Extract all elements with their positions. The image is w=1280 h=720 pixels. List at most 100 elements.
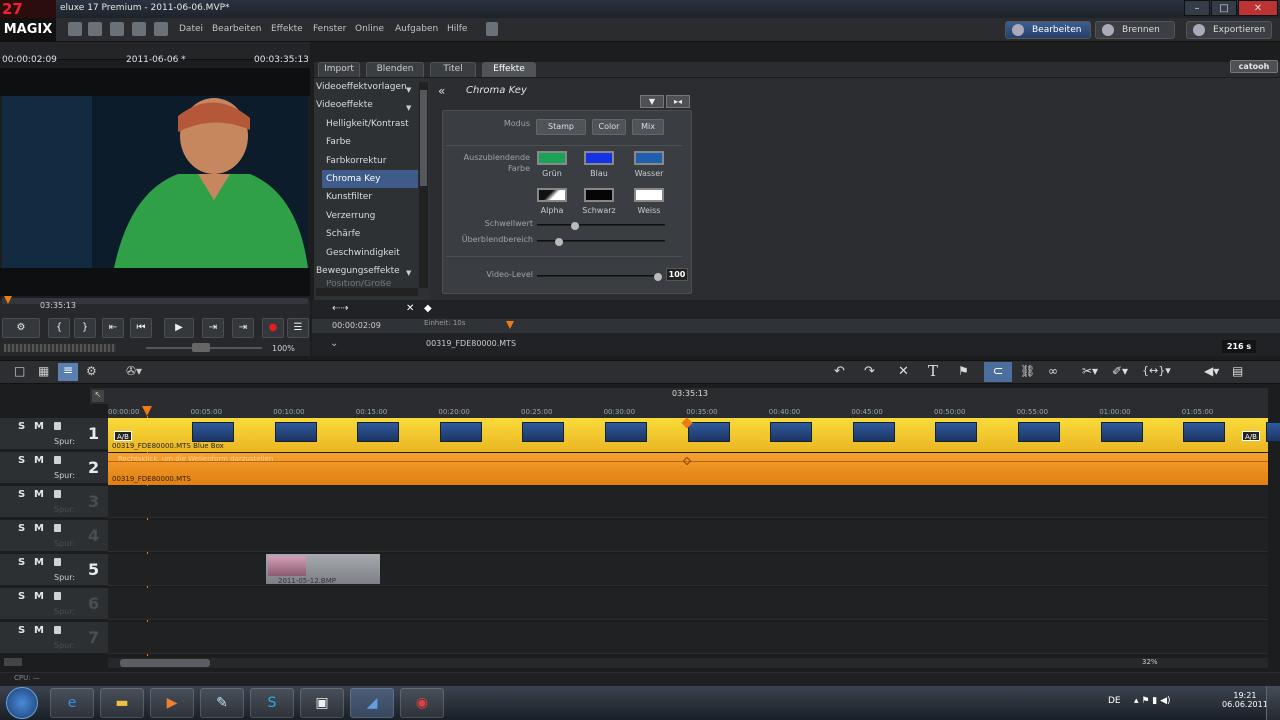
lock-icon[interactable] xyxy=(54,626,61,634)
prev-marker-button[interactable]: ⇤ xyxy=(102,318,124,338)
chevron-down-icon[interactable]: ▼ xyxy=(406,269,411,277)
ruler-menu-icon[interactable]: ↖ xyxy=(92,390,104,402)
category-videoeffektvorlagen[interactable]: Videoeffektvorlagen xyxy=(314,78,430,96)
color-blue-swatch[interactable] xyxy=(584,151,614,165)
color-black-swatch[interactable] xyxy=(584,188,614,202)
tab-import[interactable]: Import xyxy=(318,62,360,77)
minimize-button[interactable]: – xyxy=(1184,0,1210,16)
lock-icon[interactable] xyxy=(54,592,61,600)
videolevel-slider[interactable] xyxy=(537,273,662,281)
mute-button[interactable]: M xyxy=(34,591,44,602)
magix-app-icon[interactable]: ◢ xyxy=(350,688,394,718)
language-indicator[interactable]: DE xyxy=(1108,696,1121,706)
solo-button[interactable]: S xyxy=(18,489,25,500)
track-header-4[interactable]: S M Spur: 4 xyxy=(0,520,108,552)
record-button[interactable]: ● xyxy=(262,318,284,338)
track-header-3[interactable]: S M Spur: 3 xyxy=(0,486,108,518)
play-range-button[interactable]: ⇥ xyxy=(202,318,224,338)
clock[interactable]: 19:21 06.06.2011 xyxy=(1222,691,1268,709)
unlink-icon[interactable]: ∞ xyxy=(1048,364,1058,378)
solo-button[interactable]: S xyxy=(18,625,25,636)
fullscreen-button[interactable]: ☰ xyxy=(287,318,309,338)
category-farbe[interactable]: Farbe xyxy=(314,133,430,151)
storyboard-icon[interactable]: □ xyxy=(14,364,25,378)
modus-stamp-button[interactable]: Stamp xyxy=(536,119,586,135)
ie-icon[interactable]: e xyxy=(50,688,94,718)
windows-start-icon[interactable] xyxy=(6,687,38,719)
videolevel-knob[interactable] xyxy=(654,273,662,281)
undo-icon[interactable]: ↶ xyxy=(834,364,845,379)
category-kunstfilter[interactable]: Kunstfilter xyxy=(314,188,430,206)
color-white-swatch[interactable] xyxy=(634,188,664,202)
ueberblend-knob[interactable] xyxy=(554,238,563,246)
solo-button[interactable]: S xyxy=(18,591,25,602)
pointer-icon[interactable] xyxy=(154,22,168,36)
ab-tag[interactable]: A/B xyxy=(114,431,132,441)
preset-dropdown-button[interactable]: ▼ xyxy=(640,95,664,108)
keyframe-icon[interactable]: ◆ xyxy=(424,303,432,314)
lock-icon[interactable] xyxy=(54,456,61,464)
ueberblend-slider[interactable] xyxy=(537,238,665,246)
solo-button[interactable]: S xyxy=(18,557,25,568)
tab-blenden[interactable]: Blenden xyxy=(366,62,424,77)
media-player-icon[interactable]: ▶ xyxy=(150,688,194,718)
collapse-icon[interactable]: ⌄ xyxy=(330,338,338,349)
menu-aufgaben[interactable]: Aufgaben xyxy=(395,24,438,34)
move-icon[interactable]: ⇠⇢ xyxy=(332,303,349,314)
save-icon[interactable] xyxy=(110,22,124,36)
category-scrollbar-thumb[interactable] xyxy=(420,90,427,186)
color-alpha-swatch[interactable] xyxy=(537,188,567,202)
ab-tag-end[interactable]: A/B xyxy=(1242,431,1260,441)
back-icon[interactable]: « xyxy=(438,84,445,98)
menu-datei[interactable]: Datei xyxy=(179,24,203,34)
track-scroll-handle[interactable] xyxy=(4,658,22,666)
track-header-7[interactable]: S M Spur: 7 xyxy=(0,622,108,654)
lock-icon[interactable] xyxy=(54,524,61,532)
reset-button[interactable]: ▸◂ xyxy=(666,95,690,108)
track-6-lane[interactable] xyxy=(108,588,1268,620)
modus-mix-button[interactable]: Mix xyxy=(632,119,664,135)
mute-button[interactable]: M xyxy=(34,489,44,500)
category-geschwindigkeit[interactable]: Geschwindigkeit xyxy=(314,244,430,262)
modus-color-button[interactable]: Color xyxy=(592,119,626,135)
scene-icon[interactable]: ▦ xyxy=(38,364,49,378)
category-chroma-key[interactable]: Chroma Key xyxy=(322,169,418,189)
mark-in-button[interactable]: { xyxy=(48,318,70,338)
schwellwert-slider[interactable] xyxy=(537,222,665,230)
timeline-mode-icon[interactable]: ≡ xyxy=(58,363,78,381)
lock-icon[interactable] xyxy=(54,558,61,566)
menu-fenster[interactable]: Fenster xyxy=(313,24,346,34)
delete-icon[interactable]: ✕ xyxy=(898,364,909,379)
delete-icon[interactable]: ✕ xyxy=(406,303,414,314)
menu-effekte[interactable]: Effekte xyxy=(271,24,303,34)
menu-bearbeiten[interactable]: Bearbeiten xyxy=(212,24,261,34)
track-7-lane[interactable] xyxy=(108,622,1268,654)
timeline-zoom[interactable]: 32% xyxy=(1142,658,1158,666)
close-button[interactable]: ✕ xyxy=(1238,0,1278,16)
mode-export-button[interactable]: Exportieren xyxy=(1186,21,1272,39)
zoom-slider-knob[interactable] xyxy=(192,343,210,352)
redo-icon[interactable]: ↷ xyxy=(864,364,875,379)
timeline-hscrollbar[interactable] xyxy=(108,658,1268,668)
stop-button[interactable]: ⏮ xyxy=(130,318,152,338)
explorer-icon[interactable]: ▬ xyxy=(100,688,144,718)
help-icon[interactable] xyxy=(486,22,498,36)
mute-button[interactable]: M xyxy=(34,421,44,432)
menu-hilfe[interactable]: Hilfe xyxy=(447,24,467,34)
solo-button[interactable]: S xyxy=(18,455,25,466)
color-green-swatch[interactable] xyxy=(537,151,567,165)
mute-button[interactable]: M xyxy=(34,557,44,568)
lock-icon[interactable] xyxy=(54,490,61,498)
track-4-lane[interactable] xyxy=(108,520,1268,552)
track-header-5[interactable]: S M Spur: 5 xyxy=(0,554,108,586)
video-preview[interactable] xyxy=(2,96,308,268)
tray-icons[interactable]: ▴ ⚑ ▮ ◀) xyxy=(1134,696,1171,706)
category-bewegungseffekte[interactable]: Bewegungseffekte xyxy=(314,262,430,280)
mark-out-button[interactable]: } xyxy=(74,318,96,338)
mode-burn-button[interactable]: Brennen xyxy=(1095,21,1175,39)
mouse-mode-icon[interactable]: ✇▾ xyxy=(126,364,142,378)
jog-wheel[interactable] xyxy=(4,344,116,352)
catooh-button[interactable]: catooh xyxy=(1230,60,1278,73)
show-desktop-button[interactable] xyxy=(1266,686,1280,720)
new-file-icon[interactable] xyxy=(68,22,82,36)
